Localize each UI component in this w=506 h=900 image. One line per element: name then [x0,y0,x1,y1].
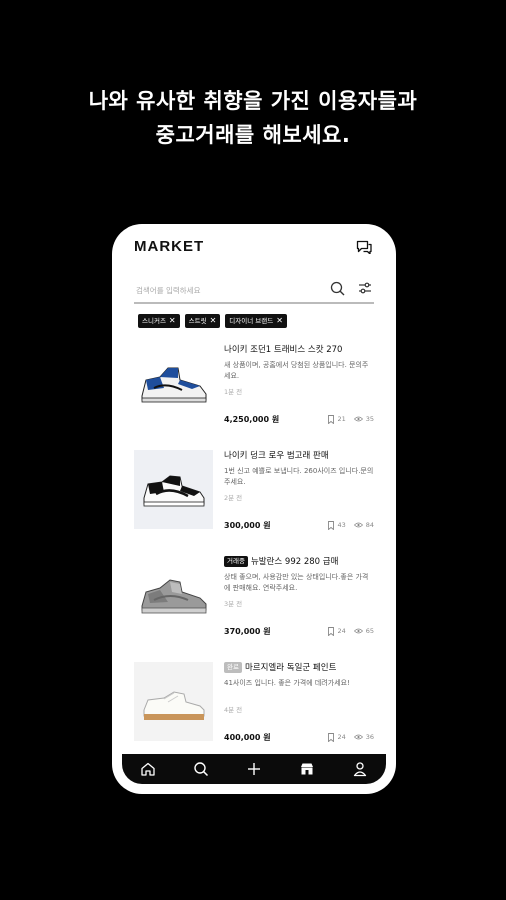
search-icon [194,762,209,777]
filter-chip[interactable]: 스트릿 ✕ [184,314,221,328]
filter-chip[interactable]: 스니커즈 ✕ [138,314,180,328]
product-price: 300,000 원 [224,520,271,530]
filter-chip[interactable]: 디자이너 브랜드 ✕ [225,314,287,328]
view-count: 84 [365,521,374,529]
search-input[interactable] [134,280,318,300]
filter-chips: 스니커즈 ✕ 스트릿 ✕ 디자이너 브랜드 ✕ [138,314,287,328]
product-title: 나이키 덩크 로우 범고래 판매 [224,451,329,461]
like-count: 24 [337,627,346,635]
chat-icon[interactable] [356,240,372,254]
like-count: 21 [337,415,346,423]
product-image [134,344,213,423]
product-price: 370,000 원 [224,626,271,636]
filter-settings-icon[interactable] [358,281,372,296]
headline-line-1: 나와 유사한 취향을 가진 이용자들과 [88,89,418,113]
close-icon[interactable]: ✕ [169,314,176,328]
posted-time: 1분 전 [224,388,243,396]
bookmark-icon[interactable] [328,414,335,424]
product-title: 나이키 조던1 트래비스 스캇 270 [224,345,343,355]
profile-icon [353,762,366,777]
status-badge: 완료 [224,661,242,673]
product-description: 41사이즈 입니다. 좋은 가격에 데려가세요! [224,679,350,687]
status-badge: 거래중 [224,555,248,567]
view-count: 65 [365,627,374,635]
search-icon[interactable] [330,281,345,296]
posted-time: 3분 전 [224,600,243,608]
brand-logo: MARKET [134,238,205,255]
like-count: 43 [337,521,346,529]
close-icon[interactable]: ✕ [210,314,217,328]
filter-chip-label: 스트릿 [188,317,207,325]
product-price: 4,250,000 원 [224,414,280,424]
like-count: 24 [337,733,346,741]
eye-icon [353,416,363,422]
product-description: 새 상품이며, 공홈에서 당첨된 상품입니다. 문의주세요. [224,361,369,380]
search-bar [134,278,374,304]
bookmark-icon[interactable] [328,520,335,530]
home-icon [141,762,156,776]
headline: 나와 유사한 취향을 가진 이용자들과 중고거래를 해보세요. [0,84,506,152]
view-count: 35 [365,415,374,423]
app-header: MARKET [112,224,396,274]
bottom-tab-bar [122,754,386,784]
product-description: 1번 신고 예쁠로 보냅니다. 260사이즈 입니다.문의주세요. [224,467,374,486]
tab-add[interactable] [240,755,268,783]
list-item[interactable]: 완료 마르지엘라 독일군 페인트 41사이즈 입니다. 좋은 가격에 데려가세요… [112,654,396,754]
eye-icon [353,628,363,634]
filter-chip-label: 스니커즈 [142,317,166,325]
posted-time: 2분 전 [224,494,243,502]
view-count: 36 [365,733,374,741]
product-description: 상태 좋으며, 사용감만 있는 상태입니다.좋은 가격에 판매해요. 연락주세요… [224,573,369,592]
product-price: 400,000 원 [224,732,271,742]
close-icon[interactable]: ✕ [276,314,283,328]
tab-search[interactable] [187,755,215,783]
list-item[interactable]: 나이키 조던1 트래비스 스캇 270 새 상품이며, 공홈에서 당첨된 상품입… [112,336,396,436]
store-icon [300,763,313,775]
product-image [134,450,213,529]
tab-home[interactable] [134,755,162,783]
tab-profile[interactable] [346,755,374,783]
product-title: 뉴발란스 992 280 급매 [250,557,339,567]
product-image [134,662,213,741]
bookmark-icon[interactable] [328,732,335,742]
eye-icon [353,522,363,528]
tab-store[interactable] [293,755,321,783]
product-title: 마르지엘라 독일군 페인트 [244,663,337,673]
eye-icon [353,734,363,740]
bookmark-icon[interactable] [328,626,335,636]
product-image [134,556,213,635]
filter-chip-label: 디자이너 브랜드 [229,317,274,325]
list-item[interactable]: 거래중 뉴발란스 992 280 급매 상태 좋으며, 사용감만 있는 상태입니… [112,548,396,648]
list-item[interactable]: 나이키 덩크 로우 범고래 판매 1번 신고 예쁠로 보냅니다. 260사이즈 … [112,442,396,542]
plus-icon [247,763,260,775]
posted-time: 4분 전 [224,706,243,714]
phone-screen: MARKET 스니커즈 ✕ 스트릿 ✕ 디자이너 브랜드 ✕ [112,224,396,794]
headline-line-2: 중고거래를 해보세요. [155,123,351,147]
